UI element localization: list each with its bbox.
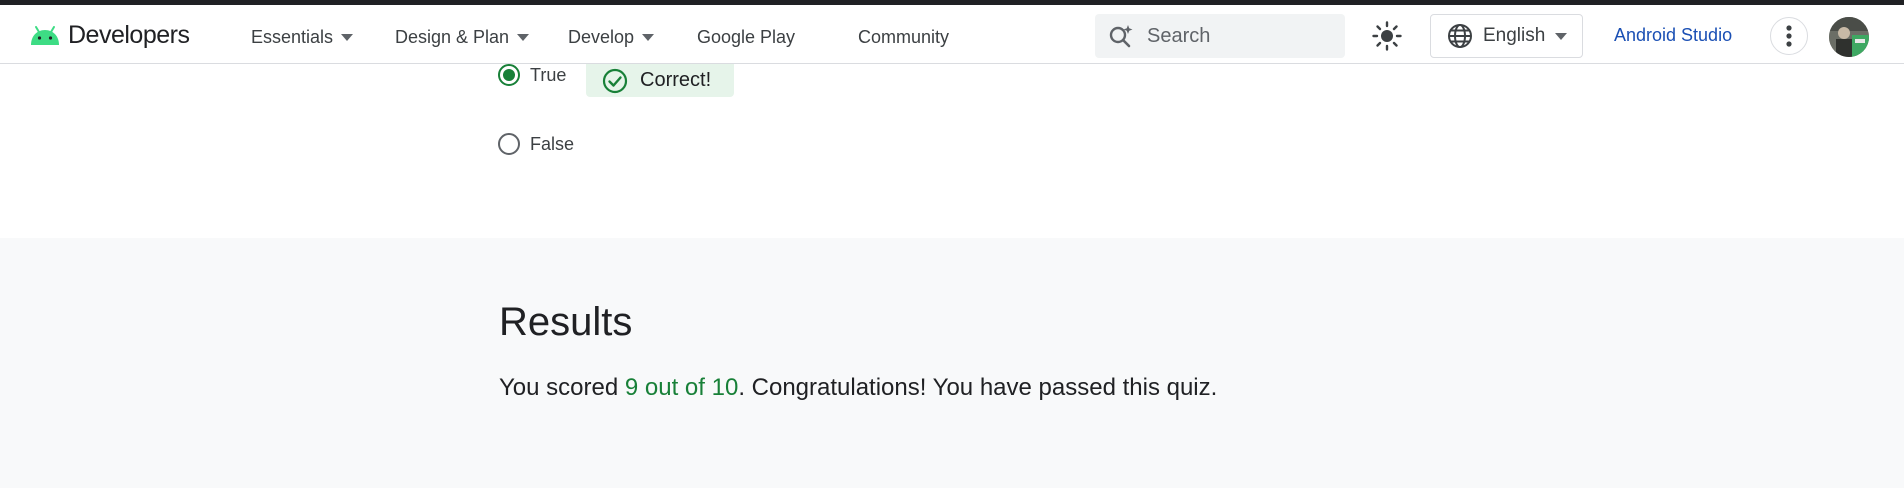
android-studio-link[interactable]: Android Studio xyxy=(1614,25,1732,46)
nav-design-plan[interactable]: Design & Plan xyxy=(395,23,530,51)
brand-name: Developers xyxy=(68,20,190,49)
radio-false[interactable] xyxy=(498,133,520,155)
globe-icon xyxy=(1448,24,1472,48)
results-title: Results xyxy=(499,300,633,344)
sun-icon xyxy=(1372,21,1402,51)
quiz-question-area: True Correct! False xyxy=(0,64,1904,238)
account-avatar[interactable] xyxy=(1829,17,1869,57)
correct-feedback-badge: Correct! xyxy=(586,64,734,97)
top-nav-bar: Developers Essentials Design & Plan Deve… xyxy=(0,5,1904,64)
language-selector[interactable]: English xyxy=(1430,14,1583,58)
more-options-button[interactable] xyxy=(1770,17,1808,55)
score-summary: You scored 9 out of 10. Congratulations!… xyxy=(499,374,1217,402)
radio-true[interactable] xyxy=(498,64,520,86)
chevron-down-icon xyxy=(517,33,530,41)
theme-toggle-button[interactable] xyxy=(1370,19,1404,53)
nav-google-play[interactable]: Google Play xyxy=(697,23,795,51)
score-prefix: You scored xyxy=(499,374,625,401)
option-false-label: False xyxy=(530,133,575,154)
score-value: 9 out of 10 xyxy=(624,374,739,401)
search-input[interactable] xyxy=(1145,23,1329,49)
chevron-down-icon xyxy=(1555,32,1568,40)
search-box[interactable] xyxy=(1095,14,1345,58)
option-false[interactable]: False xyxy=(498,131,574,157)
nav-community[interactable]: Community xyxy=(858,23,949,51)
check-circle-icon xyxy=(602,68,628,93)
chevron-down-icon xyxy=(642,33,655,41)
nav-google-play-label: Google Play xyxy=(697,26,796,47)
results-section: Results You scored 9 out of 10. Congratu… xyxy=(0,238,1904,488)
language-label: English xyxy=(1483,25,1546,46)
chevron-down-icon xyxy=(341,33,354,41)
nav-essentials-label: Essentials xyxy=(251,26,334,47)
more-vert-icon xyxy=(1786,25,1792,47)
search-spark-icon xyxy=(1109,25,1133,48)
score-suffix: . Congratulations! You have passed this … xyxy=(738,374,1218,401)
feedback-text: Correct! xyxy=(640,69,712,91)
nav-essentials[interactable]: Essentials xyxy=(251,23,354,51)
nav-community-label: Community xyxy=(858,26,950,47)
android-logo-icon xyxy=(31,26,59,45)
nav-develop[interactable]: Develop xyxy=(568,23,655,51)
nav-design-plan-label: Design & Plan xyxy=(395,26,510,47)
option-true[interactable]: True xyxy=(498,62,566,88)
option-true-label: True xyxy=(530,64,567,85)
nav-develop-label: Develop xyxy=(568,26,635,47)
developers-home-link[interactable]: Developers xyxy=(28,20,190,50)
avatar-image xyxy=(1829,17,1869,57)
